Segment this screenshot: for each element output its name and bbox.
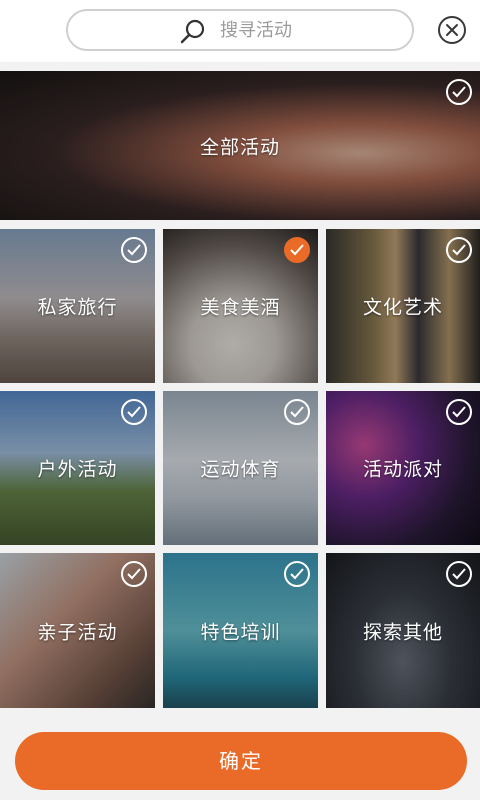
tile-label: 美食美酒 xyxy=(200,296,281,319)
category-tile-sports[interactable]: 运动体育 xyxy=(163,391,318,545)
category-tile-party[interactable]: 活动派对 xyxy=(326,391,480,545)
search-icon xyxy=(180,19,205,44)
category-tile-outdoor[interactable]: 户外活动 xyxy=(0,391,155,545)
tile-label: 探索其他 xyxy=(362,621,443,643)
category-tile-explore[interactable]: 探索其他 xyxy=(326,553,480,708)
checkmark-icon xyxy=(121,237,147,263)
category-tile-private-travel[interactable]: 私家旅行 xyxy=(0,229,155,383)
search-placeholder: 搜寻活动 xyxy=(220,20,292,41)
checkmark-icon xyxy=(446,237,472,263)
checkmark-icon xyxy=(446,561,472,587)
tile-label: 亲子活动 xyxy=(37,621,118,643)
checkmark-icon-selected xyxy=(284,237,310,263)
category-tile-food-wine[interactable]: 美食美酒 xyxy=(163,229,318,383)
search-input[interactable]: 搜寻活动 xyxy=(66,9,414,51)
tile-label: 私家旅行 xyxy=(37,296,118,319)
tile-label: 运动体育 xyxy=(200,458,281,481)
checkmark-icon xyxy=(121,399,147,425)
category-tile-culture-art[interactable]: 文化艺术 xyxy=(326,229,480,383)
checkmark-icon xyxy=(446,79,472,105)
tile-label: 文化艺术 xyxy=(362,296,443,319)
checkmark-icon xyxy=(446,399,472,425)
category-tile-all[interactable]: 全部活动 xyxy=(0,71,480,220)
confirm-button[interactable]: 确定 xyxy=(15,732,467,790)
checkmark-icon xyxy=(121,561,147,587)
close-icon[interactable] xyxy=(438,16,466,44)
tile-label: 特色培训 xyxy=(200,621,281,643)
checkmark-icon xyxy=(284,399,310,425)
tile-label: 全部活动 xyxy=(199,136,280,158)
category-tile-family[interactable]: 亲子活动 xyxy=(0,553,155,708)
checkmark-icon xyxy=(284,561,310,587)
tile-label: 户外活动 xyxy=(37,458,118,481)
category-tile-training[interactable]: 特色培训 xyxy=(163,553,318,708)
top-bar: 搜寻活动 xyxy=(0,0,480,62)
tile-label: 活动派对 xyxy=(362,458,443,481)
